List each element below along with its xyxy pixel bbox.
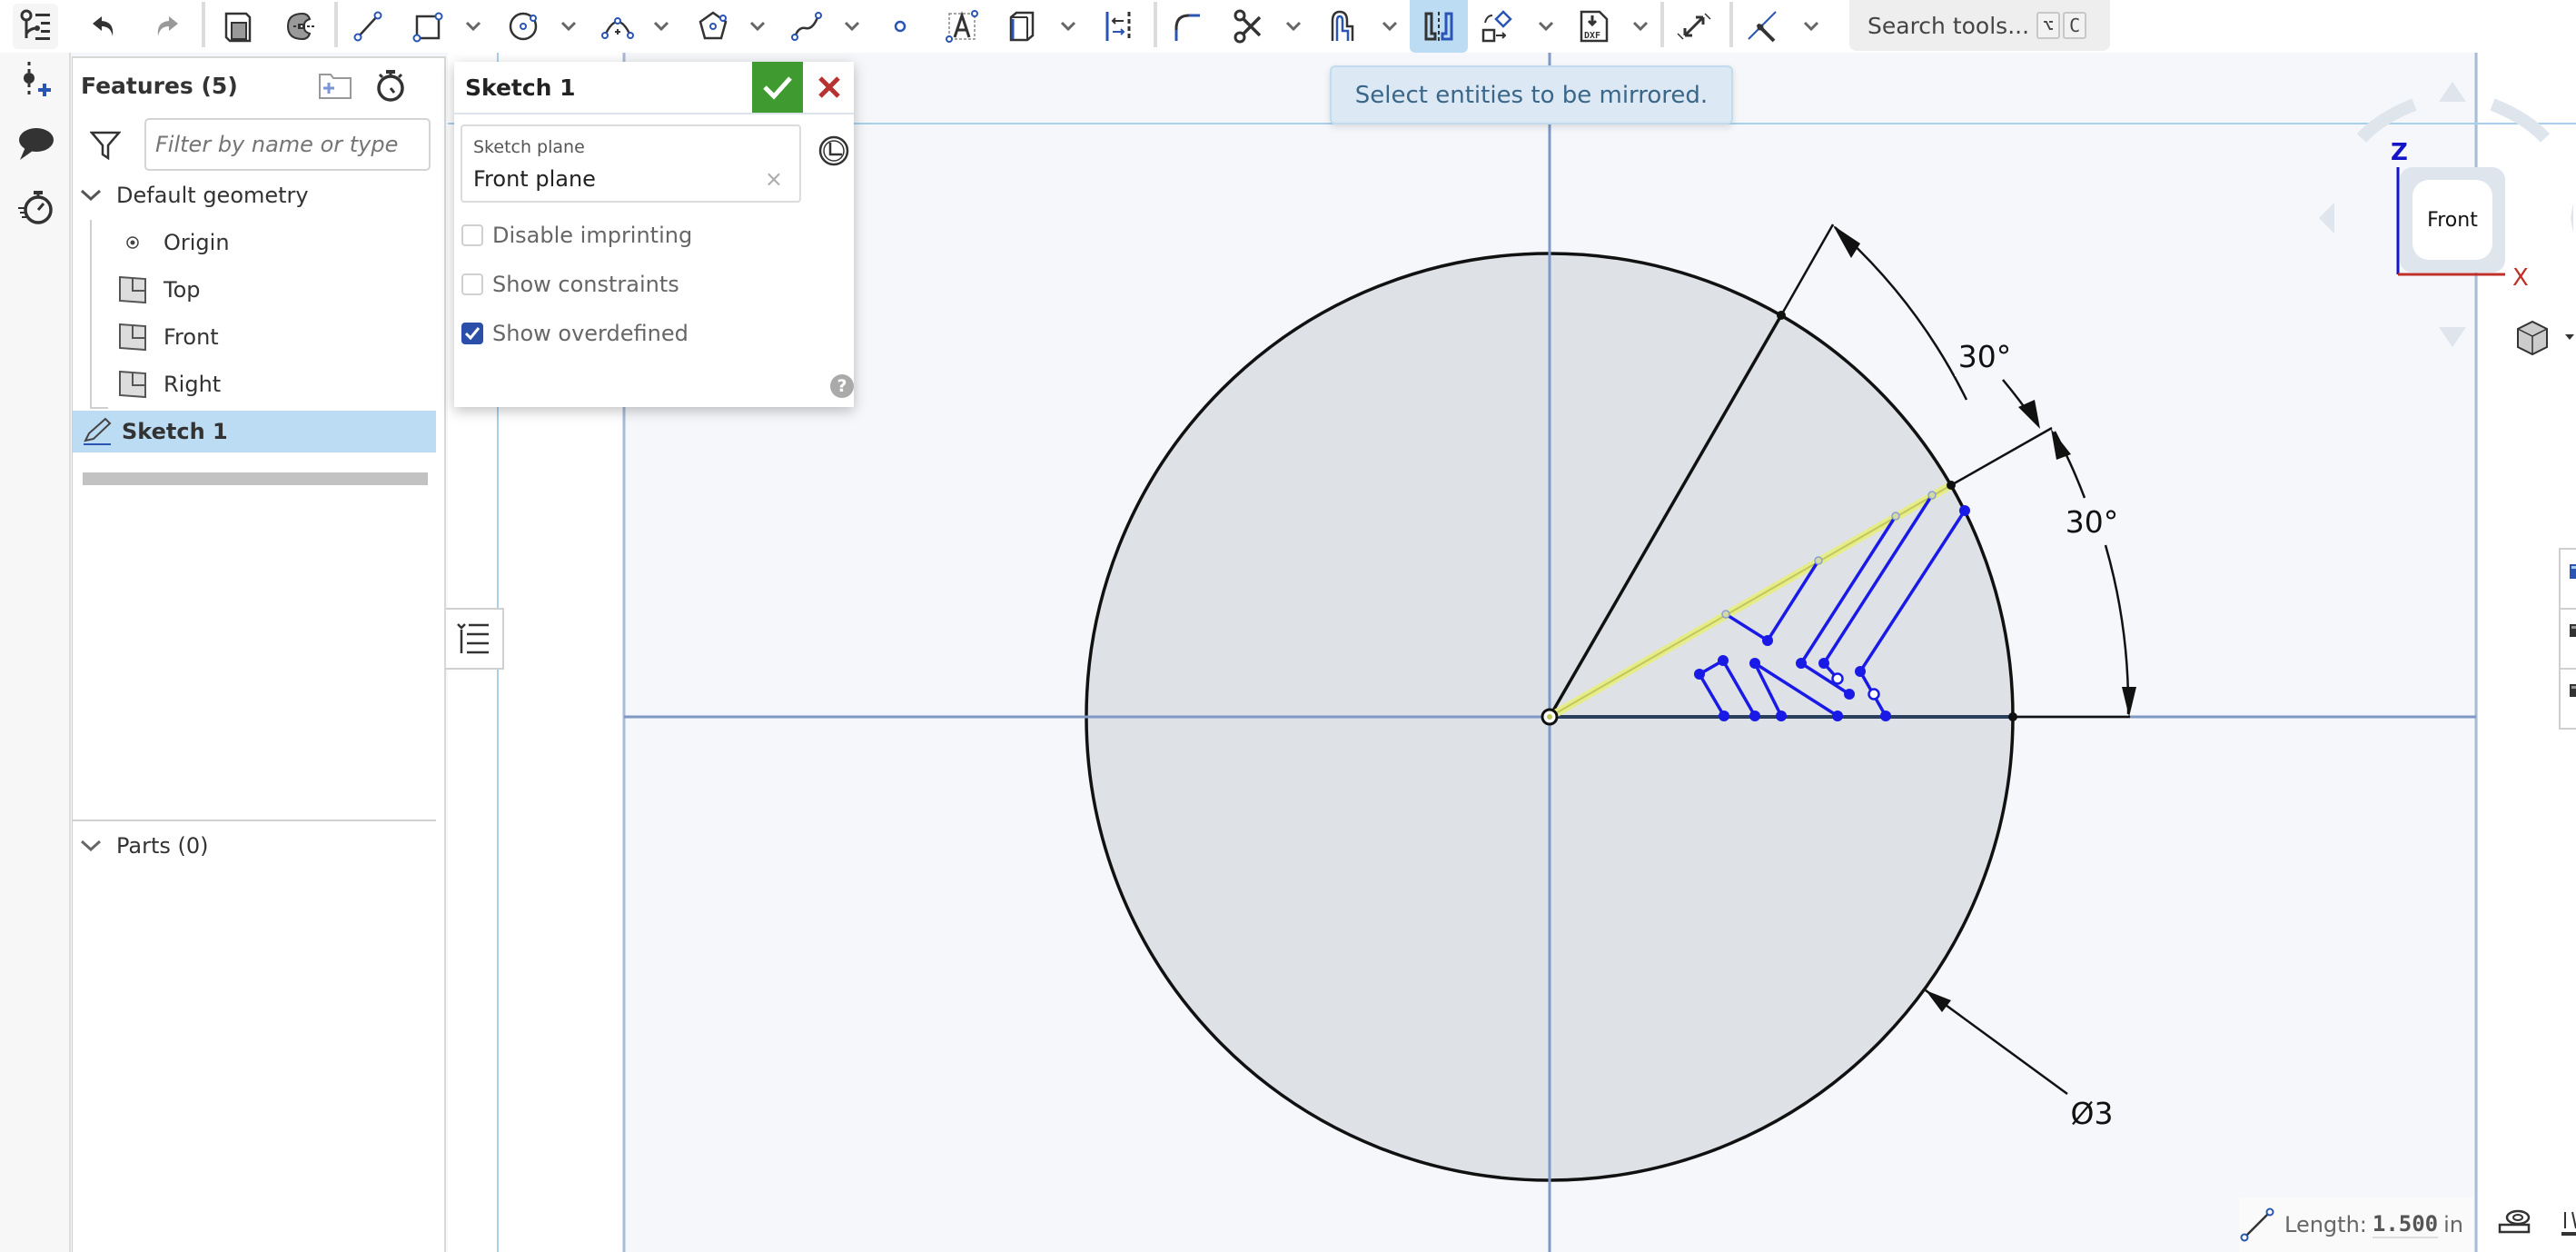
variables-panel-button[interactable] [2561,610,2576,670]
close-icon [818,76,840,98]
sketch-point[interactable] [1947,481,1956,490]
show-overdefined-option[interactable]: Show overdefined [461,321,689,346]
units-icon [2561,1211,2576,1236]
rotate-left-arrow[interactable] [2319,203,2334,234]
option-label: Disable imprinting [492,223,693,248]
list-collapse-icon [457,623,489,654]
measure-tool-button[interactable] [2498,1208,2531,1239]
show-overdefined-checkbox[interactable] [461,323,483,344]
dim-arrowhead [1833,225,1860,258]
roll-right-arrow[interactable] [2490,98,2551,143]
sketch-point[interactable] [1749,710,1760,721]
sketch-dialog: Sketch 1 Sketch plane Front plane × Disa… [454,62,854,407]
cancel-button[interactable] [805,62,854,113]
option-label: Show overdefined [492,321,689,346]
coincident-point[interactable] [1814,556,1823,565]
units-button[interactable] [2561,1210,2576,1241]
angle-dimension-upper[interactable]: 30° [1958,339,2012,374]
sketch-list-toggle-button[interactable] [446,608,504,670]
angle-dimension-lower[interactable]: 30° [2066,504,2119,540]
rotate-up-arrow[interactable] [2439,82,2466,102]
sketch-point[interactable] [1818,658,1829,669]
sketch-point[interactable] [1719,710,1729,721]
diameter-leader [1925,989,2068,1096]
appearance-icon [2570,564,2576,579]
view-normal-icon [818,135,849,166]
accept-button[interactable] [752,62,803,113]
coincident-point[interactable] [1927,491,1937,500]
right-side-panel [2559,548,2576,730]
sketch-point[interactable] [2008,712,2017,721]
checkmark-icon [763,76,792,100]
mass-properties-button[interactable] [2561,670,2576,730]
sketch-point[interactable] [1959,505,1970,516]
view-cube-front-face[interactable]: Front [2413,180,2492,260]
checkmark-icon [464,327,481,341]
sketch-point[interactable] [1762,635,1773,646]
disable-imprinting-option[interactable]: Disable imprinting [461,223,692,248]
view-mode-button[interactable] [2517,320,2574,356]
help-button[interactable]: ? [830,374,854,398]
dim-arrowhead [2051,429,2071,460]
measurement-value[interactable]: 1.500 [2372,1211,2439,1238]
sketch-point[interactable] [1718,655,1729,666]
sketch-midpoint[interactable] [1868,688,1880,701]
variables-icon [2570,624,2576,637]
show-constraints-option[interactable]: Show constraints [461,272,679,297]
sketch-dialog-title: Sketch 1 [465,75,576,101]
sketch-point[interactable] [1844,689,1855,700]
dim-extension-line [1950,426,2053,487]
sketch-point[interactable] [1880,710,1891,721]
disable-imprinting-checkbox[interactable] [461,224,483,246]
sketch-point[interactable] [1777,311,1786,320]
sketch-plane-field[interactable]: Sketch plane Front plane × [461,124,801,203]
show-constraints-checkbox[interactable] [461,273,483,295]
dim-arrowhead [2122,687,2136,717]
appearance-panel-button[interactable] [2561,550,2576,610]
coincident-point[interactable] [1721,610,1730,619]
graphics-viewport[interactable]: 30° 30° Ø3 [0,0,2576,1252]
z-axis-label: Z [2391,139,2408,166]
view-cube: Z X Front [2316,55,2576,382]
measurement-unit: in [2443,1212,2464,1237]
diameter-dimension[interactable]: Ø3 [2071,1096,2114,1131]
rotate-right-arrow[interactable] [2571,203,2573,234]
divider [454,113,854,114]
x-axis-label: X [2512,264,2529,292]
sketch-midpoint[interactable] [1831,672,1844,685]
tool-hint-toast: Select entities to be mirrored. [1330,65,1733,124]
sketch-point[interactable] [1749,658,1760,669]
clear-selection-button[interactable]: × [765,166,783,192]
view-normal-button[interactable] [817,134,850,171]
sketch-point[interactable] [1694,669,1705,680]
mass-properties-icon [2570,684,2576,697]
rotate-down-arrow[interactable] [2439,327,2466,347]
coincident-point[interactable] [1891,512,1900,521]
option-label: Show constraints [492,272,679,297]
tape-measure-icon [2498,1209,2531,1234]
origin-point-center [1547,714,1552,720]
sketch-point[interactable] [1776,710,1787,721]
sketch-plane-value: Front plane [473,166,596,192]
sketch-point[interactable] [1855,666,1866,677]
sketch-point[interactable] [1832,710,1843,721]
dim-arrowhead [1926,990,1951,1012]
measurement-status: Length: 1.500 in [2239,1197,2473,1252]
sketch-plane-label: Sketch plane [473,137,585,157]
line-icon [2240,1207,2274,1242]
sketch-point[interactable] [1796,658,1807,669]
dim-extension-line [1779,224,1835,316]
roll-left-arrow[interactable] [2356,98,2417,143]
measurement-label: Length: [2284,1212,2367,1237]
